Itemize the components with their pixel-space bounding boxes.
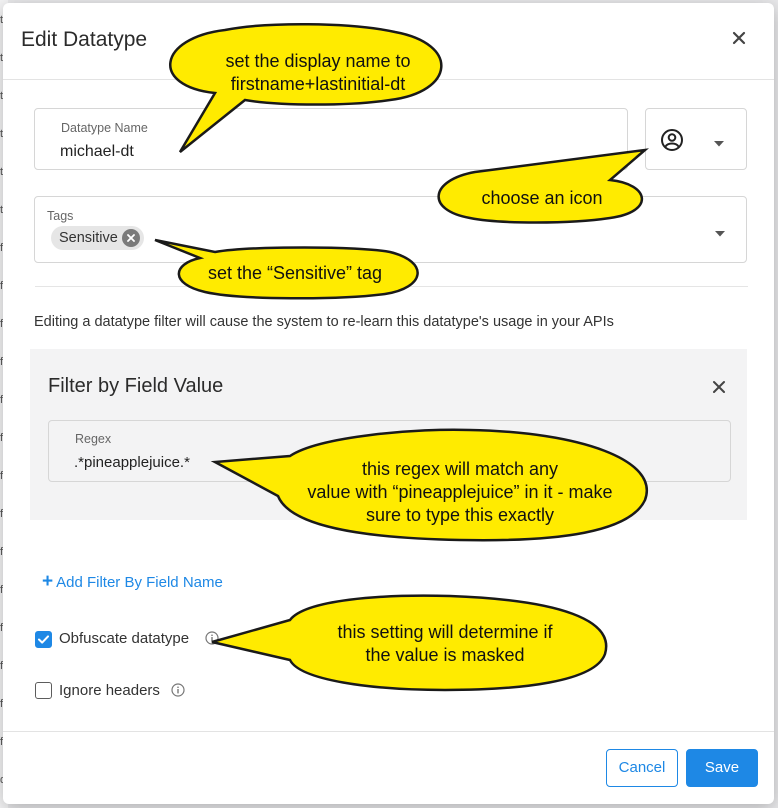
save-button[interactable]: Save [686, 749, 758, 787]
regex-value: .*pineapplejuice.* [74, 454, 190, 471]
tags-field[interactable]: Tags Sensitive [34, 196, 747, 263]
chevron-down-icon [713, 135, 725, 147]
dialog-title: Edit Datatype [21, 28, 148, 51]
callout-icon-text: choose an icon [452, 187, 632, 210]
ignore-headers-checkbox[interactable] [35, 682, 52, 699]
add-filter-label: Add Filter By Field Name [56, 574, 223, 591]
tag-chip-label: Sensitive [59, 230, 118, 246]
datatype-name-value: michael-dt [60, 143, 134, 160]
callout-regex-line-3: sure to type this exactly [365, 505, 555, 525]
remove-tag-icon[interactable] [121, 229, 140, 247]
callout-tag-line-1: set the “Sensitive” tag [207, 263, 383, 283]
close-icon[interactable] [726, 25, 752, 51]
ignore-headers-label: Ignore headers [59, 682, 160, 699]
edit-datatype-dialog: Edit Datatype Datatype Name michael-dt T… [3, 3, 774, 804]
callout-icon-line-1: choose an icon [481, 188, 603, 208]
callout-obfuscate-line-1: this setting will determine if [337, 622, 553, 642]
tag-chip-sensitive: Sensitive [51, 226, 144, 250]
tags-chevron-down-icon[interactable] [714, 225, 726, 237]
obfuscate-checkbox[interactable] [35, 631, 52, 648]
callout-obfuscate-text: this setting will determine if the value… [300, 621, 590, 667]
callout-obfuscate-line-2: the value is masked [365, 645, 525, 665]
footer-divider [3, 731, 774, 732]
callout-display-name-line-1: set the display name to [225, 51, 411, 71]
account-circle-icon [660, 128, 684, 152]
remove-filter-icon[interactable] [709, 377, 729, 397]
section-divider [35, 286, 748, 287]
callout-display-name-line-2: firstname+lastinitial-dt [230, 74, 406, 94]
tags-label: Tags [47, 209, 74, 223]
callout-regex-text: this regex will match any value with “pi… [276, 458, 644, 527]
obfuscate-info-icon[interactable] [205, 631, 219, 645]
regex-label: Regex [75, 432, 112, 446]
datatype-name-label: Datatype Name [61, 121, 148, 135]
datatype-name-field[interactable]: Datatype Name michael-dt [34, 108, 628, 170]
cancel-button[interactable]: Cancel [606, 749, 678, 787]
callout-regex-line-2: value with “pineapplejuice” in it - make [307, 482, 613, 502]
callout-display-name-text: set the display name to firstname+lastin… [188, 50, 448, 96]
plus-icon: + [42, 571, 54, 592]
callout-regex-line-1: this regex will match any [361, 459, 559, 479]
ignore-headers-info-icon[interactable] [171, 683, 185, 697]
obfuscate-label: Obfuscate datatype [59, 630, 190, 647]
relearn-notice: Editing a datatype filter will cause the… [34, 314, 614, 330]
add-filter-by-field-name-link[interactable]: + Add Filter By Field Name [42, 571, 223, 593]
icon-select[interactable] [645, 108, 747, 170]
callout-tag-text: set the “Sensitive” tag [180, 262, 410, 285]
filter-title: Filter by Field Value [48, 375, 224, 397]
